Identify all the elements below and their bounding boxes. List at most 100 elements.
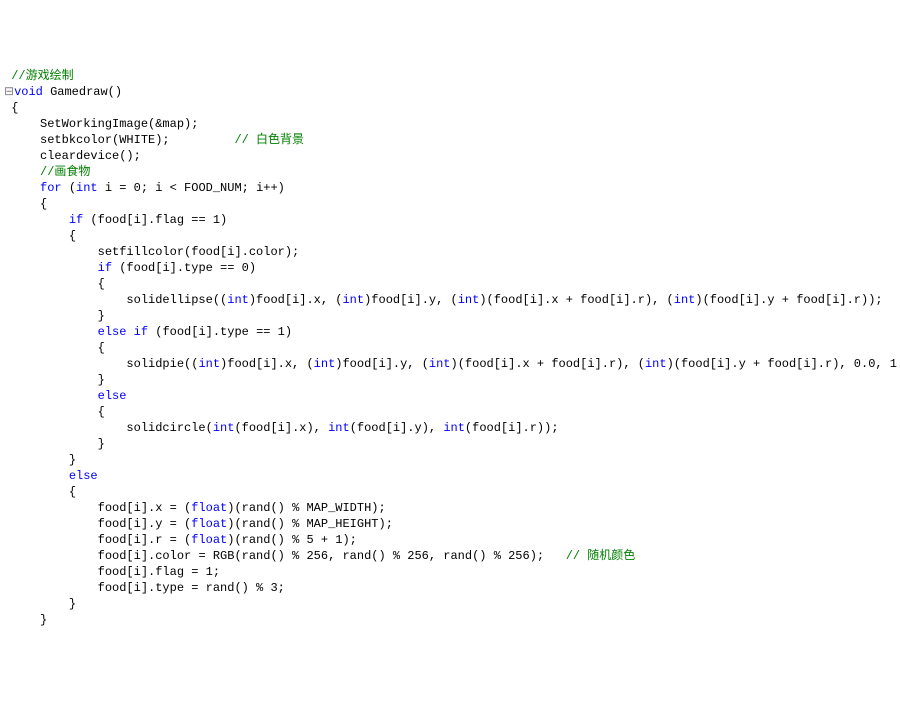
code-line[interactable]: food[i].flag = 1; xyxy=(4,564,900,580)
code-text: solidcircle( xyxy=(126,421,212,435)
code-line[interactable]: food[i].y = (float)(rand() % MAP_HEIGHT)… xyxy=(4,516,900,532)
code-text: )(rand() % MAP_WIDTH); xyxy=(227,501,385,515)
indent xyxy=(11,469,69,483)
indent xyxy=(11,149,40,163)
keyword: else xyxy=(98,325,127,339)
code-text: } xyxy=(98,373,105,387)
indent xyxy=(11,533,97,547)
code-line[interactable]: solidellipse((int)food[i].x, (int)food[i… xyxy=(4,292,900,308)
code-line[interactable]: food[i].type = rand() % 3; xyxy=(4,580,900,596)
code-line[interactable]: { xyxy=(4,404,900,420)
indent xyxy=(11,245,97,259)
code-text: Gamedraw() xyxy=(43,85,122,99)
code-text: setbkcolor(WHITE); xyxy=(40,133,234,147)
code-text: (food[i].x), xyxy=(234,421,328,435)
code-line[interactable]: SetWorkingImage(&map); xyxy=(4,116,900,132)
code-line[interactable]: for (int i = 0; i < FOOD_NUM; i++) xyxy=(4,180,900,196)
code-text: solidpie(( xyxy=(126,357,198,371)
keyword: if xyxy=(134,325,148,339)
code-line[interactable]: setbkcolor(WHITE); // 白色背景 xyxy=(4,132,900,148)
code-line[interactable]: cleardevice(); xyxy=(4,148,900,164)
code-text: i = 0; i < FOOD_NUM; i++) xyxy=(98,181,285,195)
code-line[interactable]: setfillcolor(food[i].color); xyxy=(4,244,900,260)
indent xyxy=(11,517,97,531)
type-name: int xyxy=(674,293,696,307)
code-text: )(rand() % 5 + 1); xyxy=(227,533,357,547)
code-text: } xyxy=(98,309,105,323)
indent xyxy=(11,293,126,307)
code-editor-view: //游戏绘制⊟void Gamedraw() { SetWorkingImage… xyxy=(4,68,900,628)
code-line[interactable]: else if (food[i].type == 1) xyxy=(4,324,900,340)
code-line[interactable]: } xyxy=(4,308,900,324)
code-text: food[i].color = RGB(rand() % 256, rand()… xyxy=(98,549,566,563)
code-text: { xyxy=(40,197,47,211)
code-line[interactable]: //游戏绘制 xyxy=(4,68,900,84)
code-text: SetWorkingImage(&map); xyxy=(40,117,198,131)
code-line[interactable]: { xyxy=(4,276,900,292)
code-line[interactable]: { xyxy=(4,196,900,212)
code-line[interactable]: } xyxy=(4,596,900,612)
type-name: int xyxy=(342,293,364,307)
code-line[interactable]: else xyxy=(4,388,900,404)
code-line[interactable]: } xyxy=(4,372,900,388)
code-text: { xyxy=(11,101,18,115)
indent xyxy=(11,501,97,515)
type-name: int xyxy=(213,421,235,435)
code-line[interactable]: { xyxy=(4,484,900,500)
code-text: (food[i].y), xyxy=(350,421,444,435)
code-line[interactable]: food[i].color = RGB(rand() % 256, rand()… xyxy=(4,548,900,564)
code-line[interactable]: ⊟void Gamedraw() xyxy=(4,84,900,100)
code-line[interactable]: } xyxy=(4,436,900,452)
code-text: { xyxy=(98,341,105,355)
indent xyxy=(11,309,97,323)
code-text: food[i].r = ( xyxy=(98,533,192,547)
indent xyxy=(11,565,97,579)
code-text: food[i].type = rand() % 3; xyxy=(98,581,285,595)
code-text: )food[i].y, ( xyxy=(364,293,458,307)
indent xyxy=(11,389,97,403)
fold-gutter-icon[interactable]: ⊟ xyxy=(4,85,14,99)
code-text: )food[i].x, ( xyxy=(249,293,343,307)
code-line[interactable]: } xyxy=(4,452,900,468)
type-name: float xyxy=(191,533,227,547)
type-name: int xyxy=(76,181,98,195)
type-name: int xyxy=(458,293,480,307)
keyword: else xyxy=(69,469,98,483)
indent xyxy=(11,405,97,419)
keyword: else xyxy=(98,389,127,403)
indent xyxy=(11,229,69,243)
code-text: } xyxy=(40,613,47,627)
code-line[interactable]: food[i].x = (float)(rand() % MAP_WIDTH); xyxy=(4,500,900,516)
code-text: food[i].x = ( xyxy=(98,501,192,515)
code-text: food[i].flag = 1; xyxy=(98,565,220,579)
code-text: )(food[i].y + food[i].r), 0.0, 1.5 xyxy=(667,357,900,371)
indent xyxy=(11,261,97,275)
code-text: )(food[i].x + food[i].r), ( xyxy=(451,357,645,371)
keyword: void xyxy=(14,85,43,99)
type-name: int xyxy=(328,421,350,435)
indent xyxy=(11,197,40,211)
indent xyxy=(11,421,126,435)
code-text xyxy=(126,325,133,339)
code-text: solidellipse(( xyxy=(126,293,227,307)
type-name: int xyxy=(645,357,667,371)
code-text: setfillcolor(food[i].color); xyxy=(98,245,300,259)
code-text: )food[i].y, ( xyxy=(335,357,429,371)
code-line[interactable]: { xyxy=(4,340,900,356)
code-line[interactable]: { xyxy=(4,100,900,116)
indent xyxy=(11,277,97,291)
code-text: food[i].y = ( xyxy=(98,517,192,531)
code-text: ( xyxy=(62,181,76,195)
code-line[interactable]: if (food[i].type == 0) xyxy=(4,260,900,276)
code-text: (food[i].type == 1) xyxy=(148,325,292,339)
code-line[interactable]: food[i].r = (float)(rand() % 5 + 1); xyxy=(4,532,900,548)
code-line[interactable]: //画食物 xyxy=(4,164,900,180)
code-line[interactable]: else xyxy=(4,468,900,484)
comment: //游戏绘制 xyxy=(11,69,73,83)
code-line[interactable]: } xyxy=(4,612,900,628)
code-line[interactable]: solidpie((int)food[i].x, (int)food[i].y,… xyxy=(4,356,900,372)
comment: // 白色背景 xyxy=(234,133,304,147)
code-line[interactable]: { xyxy=(4,228,900,244)
code-line[interactable]: solidcircle(int(food[i].x), int(food[i].… xyxy=(4,420,900,436)
code-line[interactable]: if (food[i].flag == 1) xyxy=(4,212,900,228)
